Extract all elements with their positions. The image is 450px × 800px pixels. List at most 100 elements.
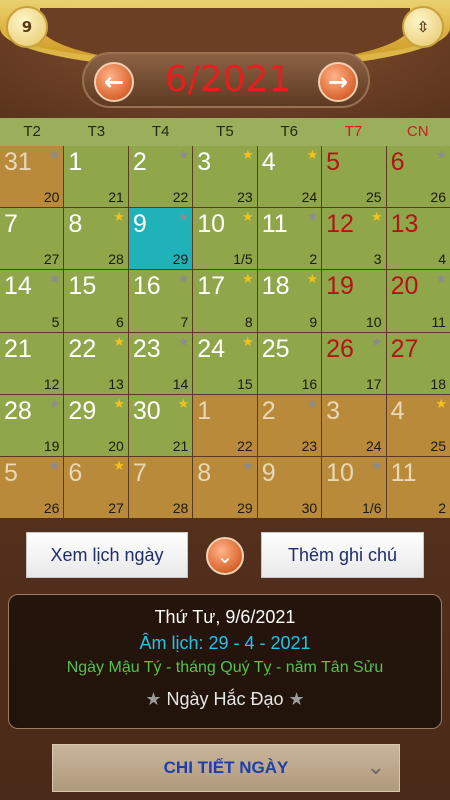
lunar-day-number: 15	[237, 375, 253, 392]
lunar-day-number: 19	[43, 437, 60, 454]
calendar-day-cell[interactable]: 10 ★ 1/6	[322, 456, 386, 518]
calendar-day-cell[interactable]: 2 ★ 22	[128, 146, 193, 208]
day-status: ★ Ngày Hắc Đạo ★	[9, 689, 441, 710]
calendar-day-cell[interactable]: 29 ★ 20	[64, 394, 128, 456]
calendar-day-cell[interactable]: 10 ★ 1/5	[193, 208, 257, 270]
can-chi-text: Ngày Mậu Tý - tháng Quý Tỵ - năm Tân Sửu	[66, 659, 384, 676]
calendar-day-cell[interactable]: 28 ★ 19	[0, 394, 64, 456]
star-icon: ★	[306, 396, 319, 412]
calendar-day-cell[interactable]: 31 ★ 20	[0, 146, 64, 208]
weekday-sun: CN	[406, 123, 429, 140]
calendar-day-cell[interactable]: 3 24	[322, 394, 386, 456]
calendar-day-cell[interactable]: 15 6	[64, 270, 128, 332]
lunar-day-number: 26	[430, 189, 446, 206]
lunar-day-number: 2	[309, 251, 318, 268]
solar-day-number: 28	[4, 396, 32, 425]
solar-day-number: 1	[197, 396, 212, 425]
calendar-day-cell[interactable]: 30 ★ 21	[128, 394, 193, 456]
lunar-day-number: 14	[172, 375, 189, 392]
add-note-button[interactable]: Thêm ghi chú	[261, 532, 424, 578]
lunar-day-number: 22	[237, 437, 253, 454]
lunar-day-number: 6	[116, 313, 124, 330]
calendar-day-cell[interactable]: 7 27	[0, 208, 64, 270]
calendar-day-cell[interactable]: 27 18	[386, 332, 450, 394]
solar-day-number: 21	[4, 334, 32, 363]
lunar-day-number: 20	[43, 189, 60, 206]
day-status-label: Ngày Hắc Đạo	[166, 689, 284, 709]
calendar-day-cell[interactable]: 1 21	[64, 146, 128, 208]
day-detail-button[interactable]: CHI TIẾT NGÀY ⌄	[52, 744, 400, 792]
lunar-day-number: 27	[43, 251, 60, 268]
star-icon: ★	[435, 396, 447, 412]
weekday-wed: T4	[151, 123, 170, 140]
day-info-panel: Thứ Tư, 9/6/2021 Âm lịch: 29 - 4 - 2021 …	[8, 594, 442, 729]
calendar-day-cell[interactable]: 16 ★ 7	[128, 270, 193, 332]
calendar-day-cell[interactable]: 11 2	[386, 456, 450, 518]
month-title[interactable]: 6/2021	[144, 58, 312, 102]
expand-collapse-button[interactable]: ⇳	[402, 6, 444, 48]
calendar-day-cell[interactable]: 5 25	[322, 146, 386, 208]
solar-day-number: 10	[326, 458, 354, 487]
calendar-day-cell[interactable]: 7 28	[128, 456, 193, 518]
star-icon: ★	[177, 396, 190, 412]
lunar-day-number: 30	[301, 500, 318, 516]
solar-day-number: 11	[261, 210, 288, 239]
solar-day-number: 2	[132, 148, 147, 176]
view-day-label: Xem lịch ngày	[50, 544, 164, 565]
lunar-day-number: 4	[438, 251, 446, 268]
solar-day-number: 29	[68, 396, 97, 425]
weekday-sat: T7	[344, 123, 363, 140]
calendar-day-cell[interactable]: 9 ★ 29	[128, 208, 193, 270]
calendar-day-cell[interactable]: 2 ★ 23	[257, 394, 322, 456]
calendar-day-cell[interactable]: 24 ★ 15	[193, 332, 257, 394]
month-navigator: ← 6/2021 →	[82, 52, 370, 108]
solar-day-number: 7	[4, 210, 18, 239]
calendar-day-cell[interactable]: 5 ★ 26	[0, 456, 64, 518]
calendar-day-cell[interactable]: 26 ★ 17	[322, 332, 386, 394]
calendar-day-cell[interactable]: 4 ★ 24	[257, 146, 322, 208]
prev-month-button[interactable]: ←	[94, 62, 134, 102]
star-icon: ★	[177, 334, 190, 350]
today-badge-button[interactable]: 9	[6, 6, 48, 48]
calendar-day-cell[interactable]: 23 ★ 14	[128, 332, 193, 394]
calendar-day-cell[interactable]: 1 22	[193, 394, 257, 456]
lunar-day-number: 17	[365, 375, 382, 392]
calendar-day-cell[interactable]: 9 30	[257, 456, 322, 518]
calendar-day-cell[interactable]: 18 ★ 9	[257, 270, 322, 332]
calendar-day-cell[interactable]: 19 10	[322, 270, 386, 332]
lunar-day-number: 20	[108, 437, 124, 454]
calendar-day-cell[interactable]: 22 ★ 13	[64, 332, 128, 394]
calendar-day-cell[interactable]: 21 12	[0, 332, 64, 394]
selected-date: Thứ Tư, 9/6/2021	[154, 607, 296, 627]
star-icon: ★	[435, 148, 447, 163]
arrow-left-icon: ←	[103, 68, 125, 96]
solar-day-number: 1	[68, 148, 83, 176]
calendar-day-cell[interactable]: 8 ★ 29	[193, 456, 257, 518]
app-header: 9 ⇳ ← 6/2021 →	[0, 0, 450, 118]
weekday-mon: T2	[23, 123, 41, 140]
lunar-day-number: 18	[430, 375, 446, 392]
lunar-day-number: 8	[244, 313, 253, 330]
calendar-day-cell[interactable]: 14 ★ 5	[0, 270, 64, 332]
calendar-day-cell[interactable]: 6 ★ 26	[386, 146, 450, 208]
calendar-day-cell[interactable]: 6 ★ 27	[64, 456, 128, 518]
solar-day-number: 8	[68, 210, 83, 239]
calendar-day-cell[interactable]: 25 16	[257, 332, 322, 394]
calendar-day-cell[interactable]: 12 ★ 3	[322, 208, 386, 270]
lunar-day-number: 27	[108, 500, 124, 516]
calendar-day-cell[interactable]: 20 ★ 11	[386, 270, 450, 332]
calendar-day-cell[interactable]: 4 ★ 25	[386, 394, 450, 456]
calendar-day-cell[interactable]: 11 ★ 2	[257, 208, 322, 270]
star-icon: ★	[242, 272, 254, 288]
view-day-button[interactable]: Xem lịch ngày	[26, 532, 188, 578]
toggle-panel-button[interactable]: ⌄	[206, 537, 244, 575]
star-icon: ★	[113, 396, 125, 412]
star-icon: ★	[306, 272, 319, 288]
solar-day-number: 24	[197, 334, 226, 363]
calendar-day-cell[interactable]: 13 4	[386, 208, 450, 270]
next-month-button[interactable]: →	[318, 62, 358, 102]
calendar-day-cell[interactable]: 17 ★ 8	[193, 270, 257, 332]
lunar-day-number: 1/5	[233, 251, 253, 268]
calendar-day-cell[interactable]: 8 ★ 28	[64, 208, 128, 270]
calendar-day-cell[interactable]: 3 ★ 23	[193, 146, 257, 208]
